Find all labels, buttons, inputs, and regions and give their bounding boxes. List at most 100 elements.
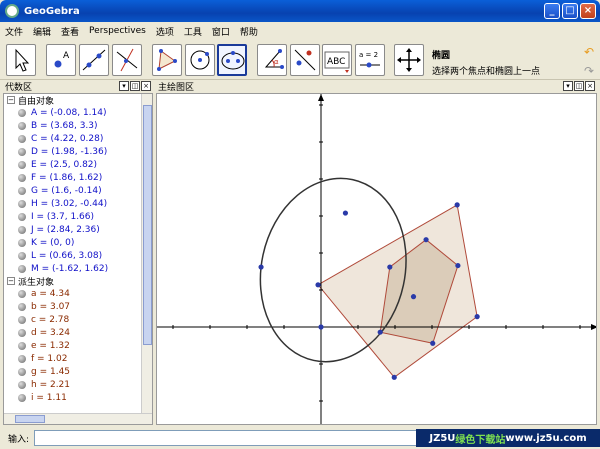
panel-close-icon[interactable]: × bbox=[585, 81, 595, 91]
close-button[interactable]: × bbox=[580, 3, 596, 19]
dependent-objects-group[interactable]: − 派生对象 bbox=[4, 275, 152, 288]
algebra-object-row[interactable]: K = (0, 0) bbox=[4, 236, 152, 249]
scrollbar-thumb[interactable] bbox=[143, 105, 152, 345]
menu-view[interactable]: 查看 bbox=[56, 25, 84, 38]
algebra-object-row[interactable]: i = 1.11 bbox=[4, 391, 152, 404]
visibility-toggle-icon[interactable] bbox=[18, 289, 26, 298]
visibility-toggle-icon[interactable] bbox=[18, 199, 26, 208]
algebra-object-row[interactable]: e = 1.32 bbox=[4, 339, 152, 352]
text-tool-button[interactable]: ABC bbox=[322, 44, 352, 76]
visibility-toggle-icon[interactable] bbox=[18, 212, 26, 221]
vertical-scrollbar[interactable] bbox=[141, 94, 152, 414]
panel-menu-icon[interactable]: ▾ bbox=[119, 81, 129, 91]
menu-file[interactable]: 文件 bbox=[0, 25, 28, 38]
visibility-toggle-icon[interactable] bbox=[18, 134, 26, 143]
undo-button[interactable]: ↶ bbox=[581, 44, 597, 60]
algebra-object-row[interactable]: G = (1.6, -0.14) bbox=[4, 184, 152, 197]
watermark-brand: JZ5U bbox=[429, 432, 456, 444]
algebra-object-row[interactable]: f = 1.02 bbox=[4, 352, 152, 365]
visibility-toggle-icon[interactable] bbox=[18, 380, 26, 389]
visibility-toggle-icon[interactable] bbox=[18, 108, 26, 117]
algebra-object-text: c = 2.78 bbox=[31, 314, 70, 325]
menu-tools[interactable]: 工具 bbox=[179, 25, 207, 38]
panel-undock-icon[interactable]: ◫ bbox=[574, 81, 584, 91]
algebra-object-text: D = (1.98, -1.36) bbox=[31, 146, 108, 157]
algebra-object-row[interactable]: C = (4.22, 0.28) bbox=[4, 132, 152, 145]
visibility-toggle-icon[interactable] bbox=[18, 354, 26, 363]
algebra-object-row[interactable]: M = (-1.62, 1.62) bbox=[4, 262, 152, 275]
horizontal-scrollbar[interactable] bbox=[4, 413, 152, 424]
reflect-tool-button[interactable] bbox=[290, 44, 320, 76]
point-e bbox=[410, 294, 417, 300]
menu-help[interactable]: 帮助 bbox=[235, 25, 263, 38]
visibility-toggle-icon[interactable] bbox=[18, 173, 26, 182]
angle-tool-button[interactable]: α bbox=[257, 44, 287, 76]
algebra-object-row[interactable]: g = 1.45 bbox=[4, 365, 152, 378]
free-objects-group[interactable]: − 自由对象 bbox=[4, 94, 152, 107]
menu-perspectives[interactable]: Perspectives bbox=[84, 26, 151, 36]
algebra-object-row[interactable]: c = 2.78 bbox=[4, 313, 152, 326]
circle-tool-button[interactable] bbox=[185, 44, 215, 76]
visibility-toggle-icon[interactable] bbox=[18, 315, 26, 324]
title-bar: GeoGebra _ □ × bbox=[0, 0, 600, 22]
algebra-object-row[interactable]: E = (2.5, 0.82) bbox=[4, 158, 152, 171]
algebra-object-row[interactable]: D = (1.98, -1.36) bbox=[4, 145, 152, 158]
algebra-object-row[interactable]: d = 3.24 bbox=[4, 326, 152, 339]
visibility-toggle-icon[interactable] bbox=[18, 160, 26, 169]
algebra-object-row[interactable]: F = (1.86, 1.62) bbox=[4, 171, 152, 184]
redo-button[interactable]: ↷ bbox=[581, 63, 597, 79]
menu-bar: 文件 编辑 查看 Perspectives 选项 工具 窗口 帮助 bbox=[0, 22, 600, 40]
algebra-object-text: M = (-1.62, 1.62) bbox=[31, 263, 109, 274]
free-objects-label: 自由对象 bbox=[18, 96, 55, 107]
ellipse-tool-button[interactable] bbox=[217, 44, 247, 76]
algebra-object-row[interactable]: H = (3.02, -0.44) bbox=[4, 197, 152, 210]
move-tool-button[interactable] bbox=[6, 44, 36, 76]
algebra-object-row[interactable]: A = (-0.08, 1.14) bbox=[4, 106, 152, 119]
ellipse-icon bbox=[221, 51, 245, 70]
panel-undock-icon[interactable]: ◫ bbox=[130, 81, 140, 91]
visibility-toggle-icon[interactable] bbox=[18, 328, 26, 337]
perpendicular-tool-button[interactable] bbox=[112, 44, 142, 76]
visibility-toggle-icon[interactable] bbox=[18, 225, 26, 234]
panel-menu-icon[interactable]: ▾ bbox=[563, 81, 573, 91]
algebra-object-row[interactable]: h = 2.21 bbox=[4, 378, 152, 391]
move-view-tool-button[interactable] bbox=[394, 44, 424, 76]
collapse-icon[interactable]: − bbox=[7, 96, 15, 104]
scrollbar-thumb[interactable] bbox=[15, 415, 45, 423]
algebra-object-row[interactable]: b = 3.07 bbox=[4, 300, 152, 313]
algebra-object-text: J = (2.84, 2.36) bbox=[31, 224, 100, 235]
visibility-toggle-icon[interactable] bbox=[18, 264, 26, 273]
menu-edit[interactable]: 编辑 bbox=[28, 25, 56, 38]
visibility-toggle-icon[interactable] bbox=[18, 186, 26, 195]
algebra-object-row[interactable]: J = (2.84, 2.36) bbox=[4, 223, 152, 236]
input-field[interactable] bbox=[34, 430, 420, 446]
visibility-toggle-icon[interactable] bbox=[18, 238, 26, 247]
menu-options[interactable]: 选项 bbox=[151, 25, 179, 38]
line-tool-button[interactable] bbox=[79, 44, 109, 76]
visibility-toggle-icon[interactable] bbox=[18, 302, 26, 311]
polygon-tool-button[interactable] bbox=[152, 44, 182, 76]
visibility-toggle-icon[interactable] bbox=[18, 341, 26, 350]
polygon-icon bbox=[157, 49, 177, 71]
panel-close-icon[interactable]: × bbox=[141, 81, 151, 91]
menu-window[interactable]: 窗口 bbox=[207, 25, 235, 38]
point-m bbox=[258, 264, 264, 270]
algebra-object-row[interactable]: I = (3.7, 1.66) bbox=[4, 210, 152, 223]
point-tool-button[interactable]: A bbox=[46, 44, 76, 76]
maximize-button[interactable]: □ bbox=[562, 3, 578, 19]
collapse-icon[interactable]: − bbox=[7, 277, 15, 285]
point-a bbox=[315, 282, 321, 288]
minimize-button[interactable]: _ bbox=[544, 3, 560, 19]
algebra-object-row[interactable]: B = (3.68, 3.3) bbox=[4, 119, 152, 132]
visibility-toggle-icon[interactable] bbox=[18, 147, 26, 156]
visibility-toggle-icon[interactable] bbox=[18, 251, 26, 260]
graphics-canvas[interactable] bbox=[157, 94, 597, 425]
visibility-toggle-icon[interactable] bbox=[18, 367, 26, 376]
slider-tool-button[interactable]: a = 2 bbox=[355, 44, 385, 76]
visibility-toggle-icon[interactable] bbox=[18, 121, 26, 130]
algebra-object-row[interactable]: a = 4.34 bbox=[4, 287, 152, 300]
visibility-toggle-icon[interactable] bbox=[18, 393, 26, 402]
algebra-object-text: i = 1.11 bbox=[31, 392, 67, 403]
algebra-object-row[interactable]: L = (0.66, 3.08) bbox=[4, 249, 152, 262]
graphics-view[interactable] bbox=[156, 93, 597, 425]
